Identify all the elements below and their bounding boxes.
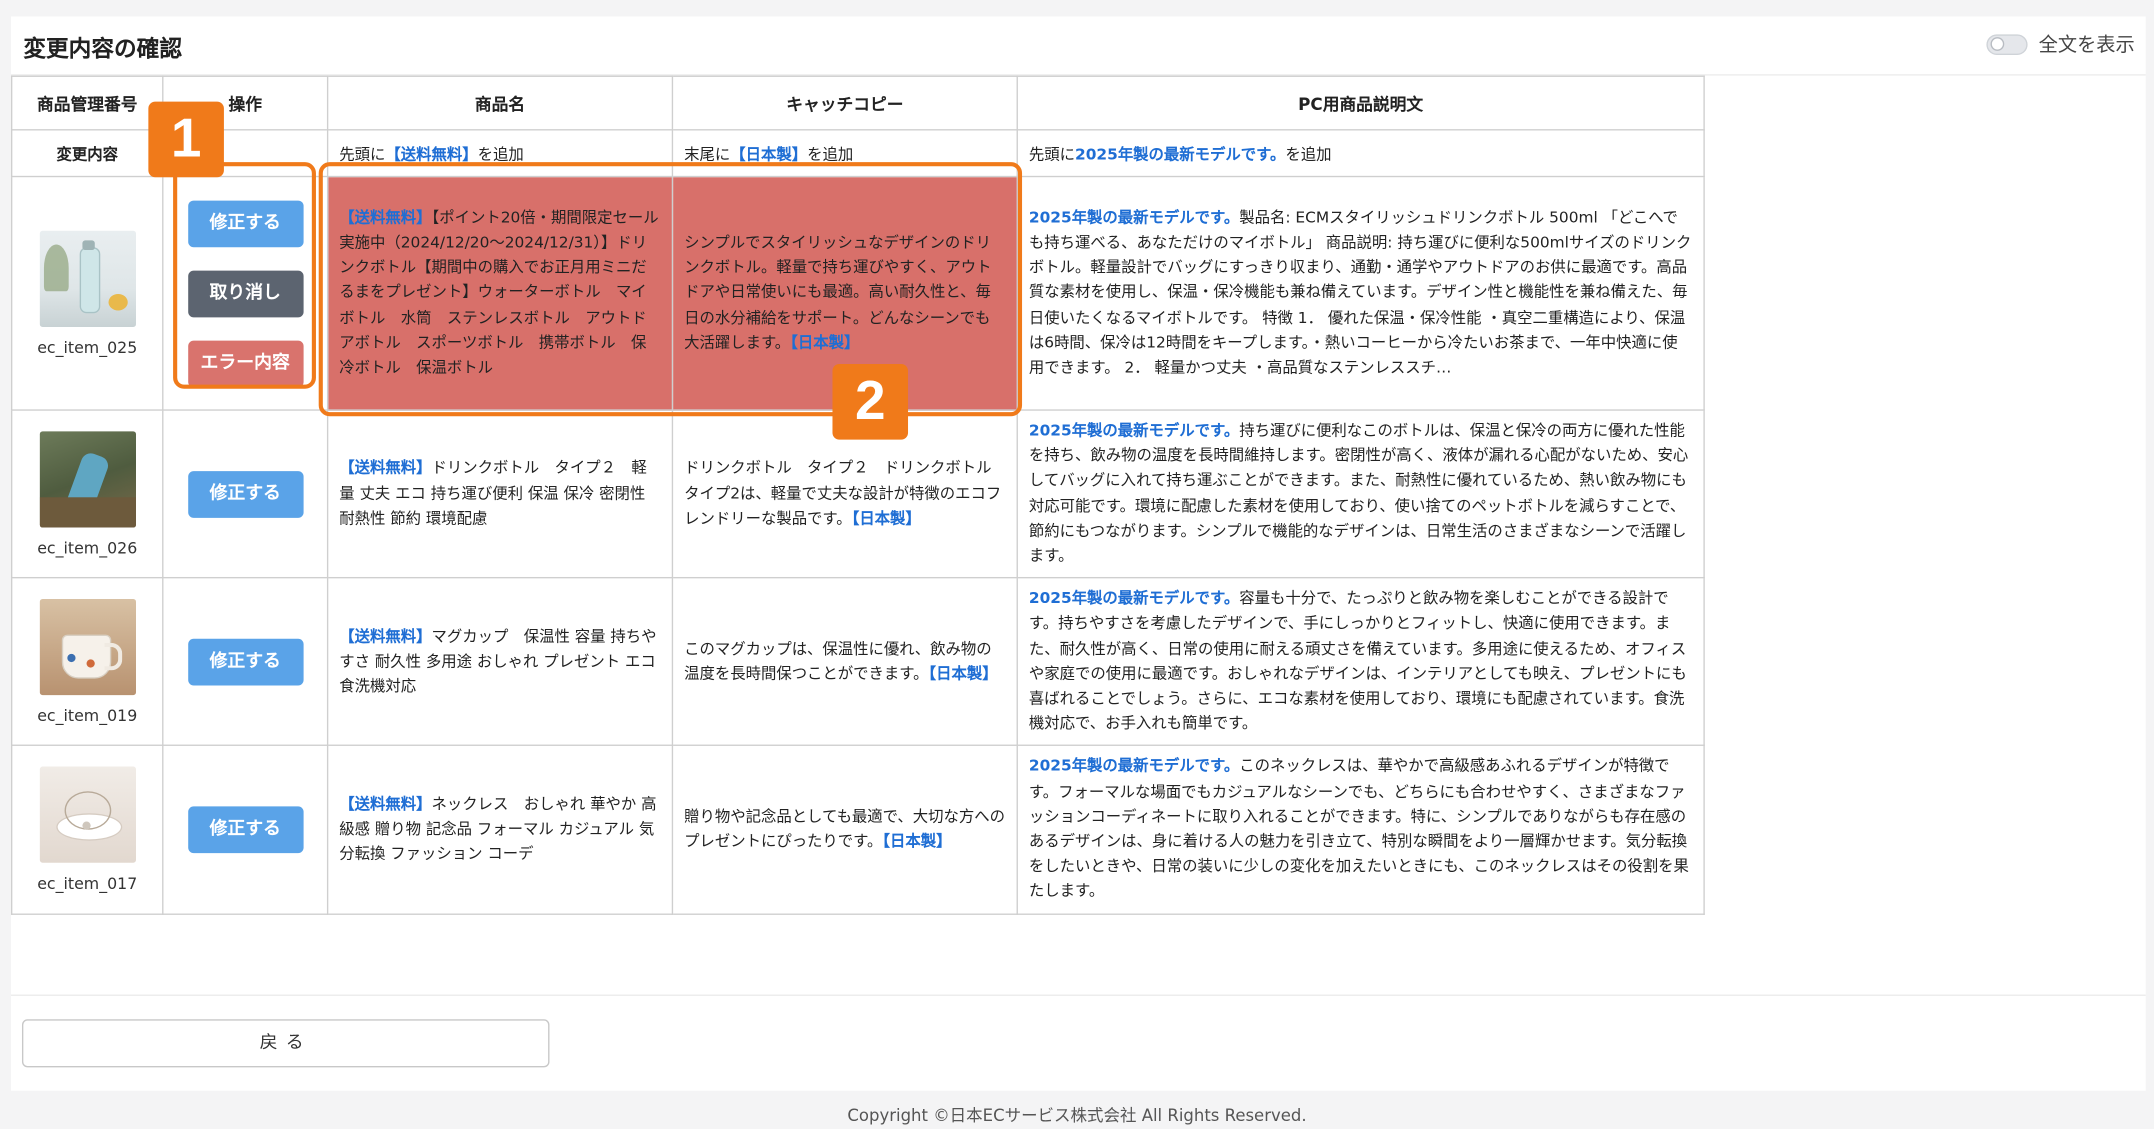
description-cell: 2025年製の最新モデルです。製品名: ECMスタイリッシュドリンクボトル 50… — [1016, 175, 1705, 411]
header-id: 商品管理番号 — [10, 75, 164, 131]
description-cell: 2025年製の最新モデルです。持ち運びに便利なこのボトルは、保温と保冷の両方に優… — [1016, 409, 1705, 579]
product-id-cell: ec_item_026 — [10, 409, 164, 579]
show-full-text-toggle-group[interactable]: 全文を表示 — [1986, 30, 2135, 57]
table-row: ec_item_019 修正する 【送料無料】マグカップ 保温性 容量 持ちやす… — [10, 577, 1705, 747]
show-full-text-toggle[interactable] — [1986, 33, 2028, 55]
product-id: ec_item_017 — [37, 873, 138, 893]
copyright-text: Copyright ©日本ECサービス株式会社 All Rights Reser… — [847, 1105, 1307, 1126]
product-name-cell: 【送料無料】ネックレス おしゃれ 華やか 高級感 贈り物 記念品 フォーマル カ… — [326, 745, 674, 915]
highlight-ops-buttons — [173, 162, 316, 389]
ops-cell: 修正する — [162, 745, 329, 915]
product-id-cell: ec_item_019 — [10, 577, 164, 747]
page-stage: 変更内容の確認 全文を表示 商品管理番号 操作 商品名 キャッチコピー PC用商… — [0, 0, 2154, 1129]
table-row: ec_item_017 修正する 【送料無料】ネックレス おしゃれ 華やか 高級… — [10, 745, 1705, 915]
ops-cell: 修正する — [162, 409, 329, 579]
product-id: ec_item_019 — [37, 705, 138, 726]
product-thumbnail — [39, 766, 136, 863]
catch-copy-cell: このマグカップは、保温性に優れ、飲み物の温度を長時間保つことができます。【日本製… — [671, 577, 1018, 747]
catch-copy-cell: 贈り物や記念品としても最適で、大切な方へのプレゼントにぴったりです。【日本製】 — [671, 745, 1018, 915]
footer-divider — [10, 994, 2146, 996]
product-thumbnail — [39, 598, 136, 695]
header-catch: キャッチコピー — [671, 75, 1018, 131]
annotation-badge-2: 2 — [832, 364, 909, 440]
page-title: 変更内容の確認 — [23, 35, 183, 62]
header-name: 商品名 — [326, 75, 674, 131]
product-id-cell: ec_item_017 — [10, 745, 164, 915]
back-button[interactable]: 戻る — [21, 1019, 550, 1068]
product-thumbnail — [39, 430, 136, 527]
product-thumbnail — [39, 230, 136, 327]
show-full-text-label: 全文を表示 — [2038, 34, 2135, 57]
change-desc: 先頭に2025年製の最新モデルです。を追加 — [1016, 129, 1705, 178]
fix-button[interactable]: 修正する — [187, 470, 303, 518]
product-id-cell: ec_item_025 — [10, 175, 164, 411]
header-desc: PC用商品説明文 — [1016, 75, 1705, 131]
description-cell: 2025年製の最新モデルです。このネックレスは、華やかで高級感あふれるデザインが… — [1016, 745, 1705, 915]
product-id: ec_item_025 — [37, 337, 138, 357]
product-id: ec_item_026 — [37, 537, 138, 558]
product-name-cell: 【送料無料】マグカップ 保温性 容量 持ちやすさ 耐久性 多用途 おしゃれ プレ… — [326, 577, 674, 747]
change-label: 変更内容 — [10, 129, 164, 178]
fix-button[interactable]: 修正する — [187, 806, 303, 854]
fix-button[interactable]: 修正する — [187, 638, 303, 686]
description-cell: 2025年製の最新モデルです。容量も十分で、たっぷりと飲み物を楽しむことができる… — [1016, 577, 1705, 747]
ops-cell: 修正する — [162, 577, 329, 747]
table-header-row: 商品管理番号 操作 商品名 キャッチコピー PC用商品説明文 — [10, 75, 1705, 131]
annotation-badge-1: 1 — [148, 101, 224, 178]
highlight-error-cells — [318, 162, 1023, 417]
product-name-cell: 【送料無料】ドリンクボトル タイプ２ 軽量 丈夫 エコ 持ち運び便利 保温 保冷… — [326, 409, 674, 579]
